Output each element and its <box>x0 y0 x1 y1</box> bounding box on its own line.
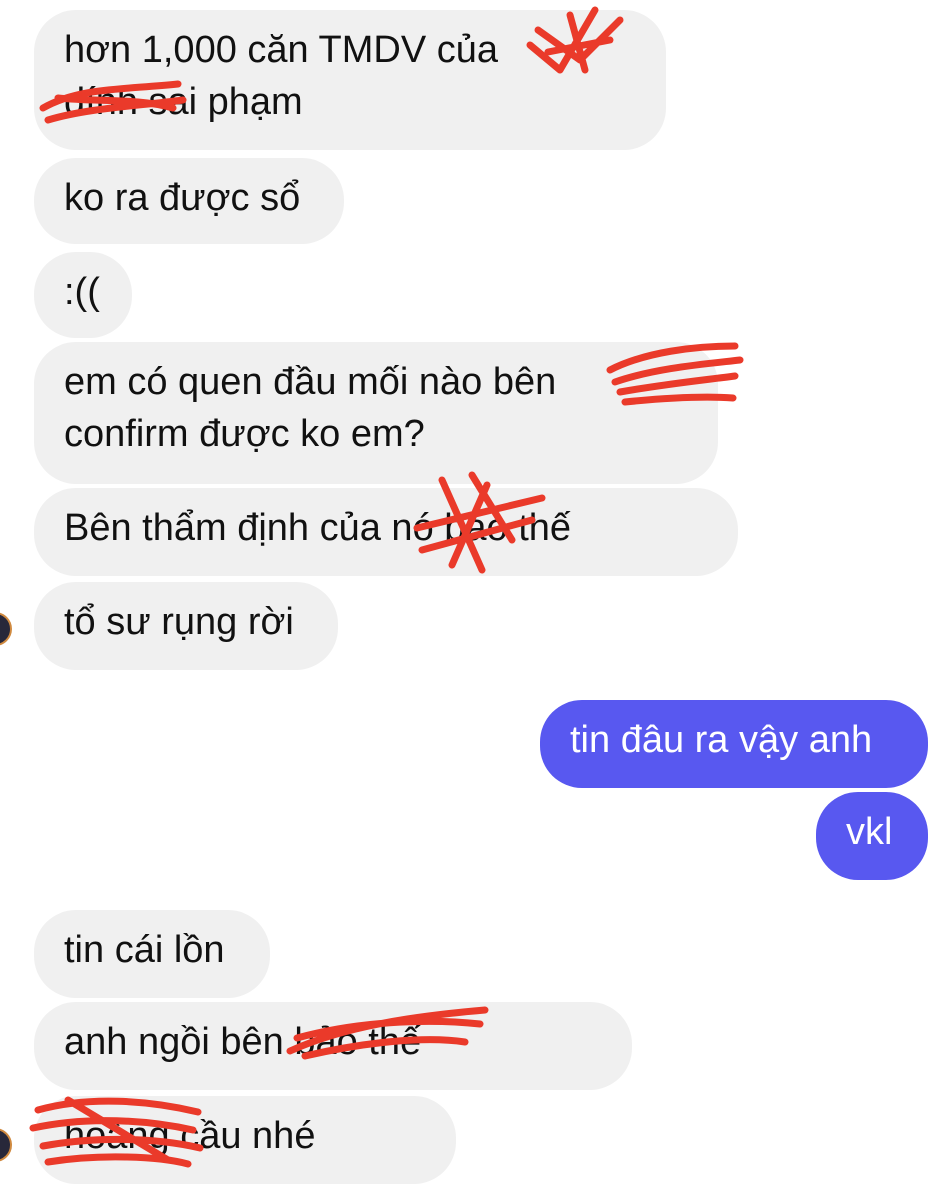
message-bubble-incoming[interactable]: tổ sư rụng rời <box>34 582 338 670</box>
message-text: em có quen đầu mối nào bên <box>64 361 557 403</box>
message-bubble-incoming[interactable]: Bên thẩm định của nó báo thế <box>34 488 738 576</box>
message-text: vkl <box>846 811 893 853</box>
message-bubble-incoming[interactable]: hoàng cầu nhé <box>34 1096 456 1184</box>
message-text: hoàng cầu nhé <box>64 1115 316 1157</box>
message-text: tin đâu ra vậy anh <box>570 719 873 761</box>
message-text: confirm được ko em? <box>64 413 425 455</box>
message-text: Bên thẩm định của nó báo thế <box>64 507 572 549</box>
message-bubble-incoming[interactable]: em có quen đầu mối nào bên confirm được … <box>34 342 718 484</box>
message-text: tin cái lồn <box>64 929 225 971</box>
message-bubble-incoming[interactable]: tin cái lồn <box>34 910 270 998</box>
avatar-icon[interactable] <box>0 612 12 646</box>
message-bubble-outgoing[interactable]: tin đâu ra vậy anh <box>540 700 928 788</box>
message-text: anh ngồi bên bảo thế <box>64 1021 422 1063</box>
message-bubble-outgoing[interactable]: vkl <box>816 792 928 880</box>
message-text: :(( <box>64 271 100 313</box>
message-bubble-incoming[interactable]: :(( <box>34 252 132 338</box>
message-text: ko ra được sổ <box>64 177 301 219</box>
message-text: dính sai phạm <box>64 81 303 123</box>
message-bubble-incoming[interactable]: ko ra được sổ <box>34 158 344 244</box>
message-bubble-incoming[interactable]: anh ngồi bên bảo thế <box>34 1002 632 1090</box>
message-bubble-incoming[interactable]: hơn 1,000 căn TMDV của dính sai phạm <box>34 10 666 150</box>
message-text: hơn 1,000 căn TMDV của <box>64 29 499 71</box>
message-text: tổ sư rụng rời <box>64 601 294 643</box>
avatar-icon[interactable] <box>0 1128 12 1162</box>
